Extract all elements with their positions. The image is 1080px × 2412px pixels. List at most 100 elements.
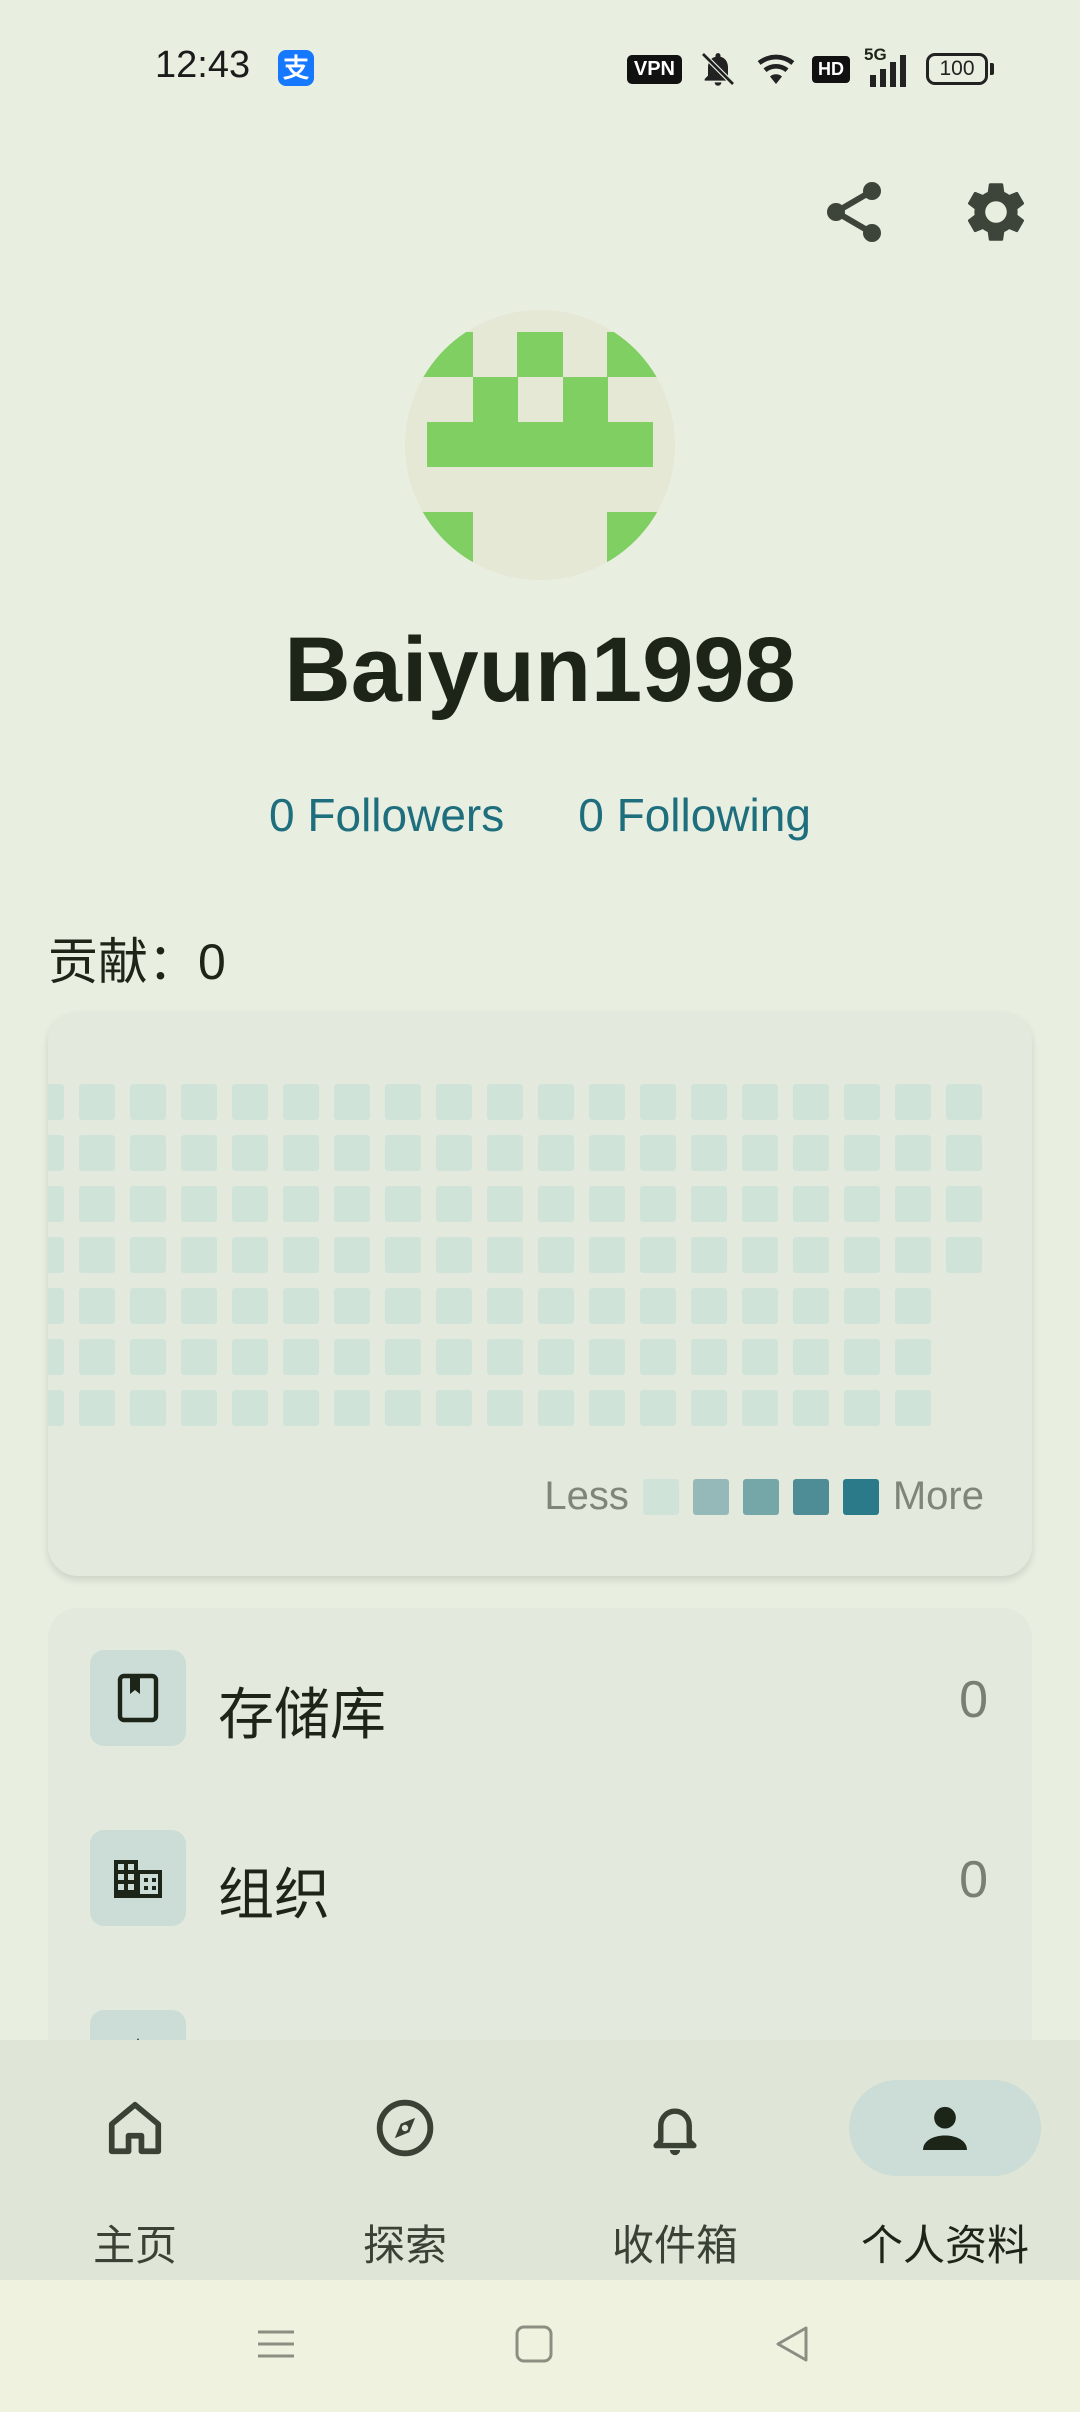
heatmap-cell — [742, 1084, 778, 1120]
heatmap-cell — [487, 1135, 523, 1171]
heatmap-cell — [79, 1339, 115, 1375]
list-item-organizations[interactable]: 组织 0 — [48, 1788, 1032, 1938]
heatmap-cell — [589, 1135, 625, 1171]
heatmap-cell — [946, 1186, 982, 1222]
status-icons: VPN HD 5G 100 — [626, 45, 994, 90]
heatmap-cell — [130, 1390, 166, 1426]
follow-stats: 0 Followers 0 Following — [0, 788, 1080, 842]
heatmap-cell — [385, 1135, 421, 1171]
heatmap-cell — [436, 1135, 472, 1171]
heatmap-cell — [742, 1288, 778, 1324]
heatmap-cell — [793, 1084, 829, 1120]
nav-item-inbox[interactable]: 收件箱 — [540, 2040, 810, 2280]
heatmap-cell — [742, 1186, 778, 1222]
recent-apps-icon[interactable] — [256, 2324, 296, 2364]
hd-badge: HD — [812, 55, 850, 83]
heatmap-cell — [436, 1237, 472, 1273]
heatmap-cell — [181, 1084, 217, 1120]
heatmap-cell — [538, 1186, 574, 1222]
heatmap-cell — [538, 1084, 574, 1120]
heatmap-cell — [895, 1084, 931, 1120]
heatmap-cell — [48, 1390, 64, 1426]
heatmap-cell — [589, 1339, 625, 1375]
heatmap-cell — [334, 1390, 370, 1426]
heatmap-cell — [946, 1237, 982, 1273]
heatmap-cell — [742, 1135, 778, 1171]
heatmap-cell — [181, 1288, 217, 1324]
heatmap-cell — [130, 1339, 166, 1375]
contribution-heatmap — [48, 1084, 1032, 1444]
heatmap-cell — [48, 1237, 64, 1273]
heatmap-cell — [79, 1135, 115, 1171]
heatmap-cell — [793, 1339, 829, 1375]
legend-level-4 — [842, 1478, 879, 1515]
heatmap-cell — [232, 1237, 268, 1273]
heatmap-cell — [691, 1084, 727, 1120]
heatmap-cell — [487, 1237, 523, 1273]
heatmap-cell — [844, 1237, 880, 1273]
share-icon — [827, 182, 881, 242]
nav-item-home[interactable]: 主页 — [0, 2040, 270, 2280]
heatmap-cell — [742, 1390, 778, 1426]
nav-item-profile[interactable]: 个人资料 — [810, 2040, 1080, 2280]
heatmap-cell — [742, 1237, 778, 1273]
heatmap-cell — [181, 1339, 217, 1375]
heatmap-cell — [538, 1339, 574, 1375]
heatmap-cell — [334, 1288, 370, 1324]
heatmap-cell — [130, 1084, 166, 1120]
heatmap-cell — [334, 1186, 370, 1222]
heatmap-cell — [130, 1186, 166, 1222]
settings-button[interactable] — [960, 176, 1032, 248]
contribution-heatmap-card: Less More — [48, 1012, 1032, 1576]
heatmap-cell — [589, 1084, 625, 1120]
nav-label: 个人资料 — [860, 2222, 1029, 2269]
legend-level-1 — [692, 1478, 729, 1515]
heatmap-cell — [283, 1288, 319, 1324]
heatmap-cell — [385, 1390, 421, 1426]
mute-bell-icon — [701, 52, 735, 86]
followers-link[interactable]: 0 Followers — [269, 788, 504, 842]
heatmap-cell — [283, 1135, 319, 1171]
home-circle-icon[interactable] — [514, 2324, 554, 2364]
heatmap-cell — [181, 1390, 217, 1426]
heatmap-cell — [946, 1135, 982, 1171]
heatmap-cell — [640, 1084, 676, 1120]
heatmap-cell — [538, 1390, 574, 1426]
following-link[interactable]: 0 Following — [578, 788, 811, 842]
list-item-repositories[interactable]: 存储库 0 — [48, 1608, 1032, 1758]
avatar[interactable] — [405, 310, 675, 580]
heatmap-cell — [130, 1237, 166, 1273]
legend-more-label: More — [892, 1474, 984, 1518]
heatmap-cell — [334, 1339, 370, 1375]
heatmap-cell — [691, 1288, 727, 1324]
heatmap-cell — [48, 1339, 64, 1375]
nav-item-explore[interactable]: 探索 — [270, 2040, 540, 2280]
heatmap-cell — [895, 1390, 931, 1426]
heatmap-cell — [793, 1237, 829, 1273]
heatmap-cell — [487, 1084, 523, 1120]
share-button[interactable] — [818, 176, 890, 248]
heatmap-cell — [283, 1186, 319, 1222]
heatmap-cell — [640, 1135, 676, 1171]
cell-signal-icon: 5G — [864, 45, 912, 89]
heatmap-cell — [895, 1339, 931, 1375]
heatmap-cell — [232, 1288, 268, 1324]
heatmap-cell — [691, 1186, 727, 1222]
heatmap-cell — [232, 1390, 268, 1426]
wifi-icon — [757, 54, 795, 84]
heatmap-cell — [283, 1237, 319, 1273]
status-time: 12:43 — [155, 44, 251, 86]
repository-icon — [90, 1650, 186, 1746]
heatmap-cell — [79, 1237, 115, 1273]
heatmap-cell — [793, 1390, 829, 1426]
organization-icon — [90, 1830, 186, 1926]
heatmap-cell — [895, 1186, 931, 1222]
back-icon[interactable] — [772, 2324, 812, 2364]
heatmap-cell — [79, 1288, 115, 1324]
heatmap-cell — [793, 1186, 829, 1222]
heatmap-cell — [130, 1288, 166, 1324]
heatmap-cell — [895, 1288, 931, 1324]
heatmap-cell — [487, 1339, 523, 1375]
heatmap-cell — [334, 1084, 370, 1120]
heatmap-legend: Less More — [544, 1474, 984, 1519]
